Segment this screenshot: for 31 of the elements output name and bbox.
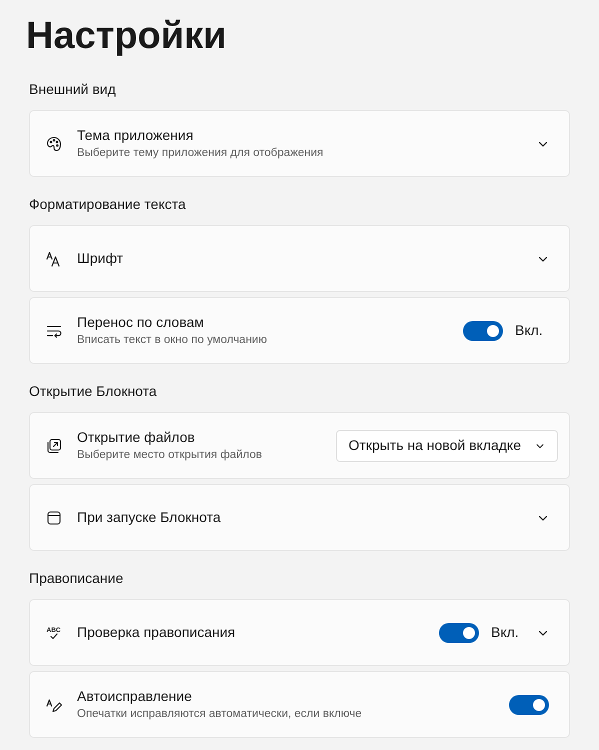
section-heading: Правописание: [29, 569, 124, 588]
open-file-icon: [45, 436, 63, 454]
toggle-state: Вкл.: [491, 623, 520, 642]
setting-description: Выберите тему приложения для отображения: [77, 146, 324, 161]
window-icon: [45, 508, 63, 526]
settings-card[interactable]: Перенос по словам Вписать текст в окно по умолчанию Вкл.: [29, 297, 570, 364]
setting-title: Шрифт: [77, 249, 124, 268]
setting-description: Вписать текст в окно по умолчанию: [77, 333, 267, 348]
setting-title: Перенос по словам: [77, 313, 204, 332]
page-title: Настройки: [26, 14, 228, 59]
settings-card[interactable]: Тема приложения Выберите тему приложения для отображения: [29, 110, 570, 177]
setting-title: Открытие файлов: [77, 428, 195, 447]
settings-card[interactable]: Шрифт: [29, 225, 570, 292]
toggle-switch[interactable]: [463, 320, 503, 340]
settings-card[interactable]: При запуске Блокнота: [29, 484, 570, 551]
toggle-switch[interactable]: [509, 694, 549, 714]
settings-card[interactable]: Открытие файлов Выберите место открытия файлов Открыть на новой вкладке: [29, 412, 570, 479]
toggle-state: Вкл.: [515, 321, 544, 340]
toggle-switch[interactable]: [439, 622, 479, 642]
section-heading: Открытие Блокнота: [29, 382, 157, 401]
setting-description: Выберите место открытия файлов: [77, 448, 262, 463]
setting-title: Автоисправление: [77, 687, 192, 706]
palette-icon: [45, 134, 63, 152]
settings-card[interactable]: Автоисправление Опечатки исправляются автоматически, если включе: [29, 671, 570, 738]
dropdown[interactable]: Открыть на новой вкладке: [336, 430, 558, 462]
setting-title: При запуске Блокнота: [77, 508, 221, 527]
section-heading: Внешний вид: [29, 80, 116, 99]
setting-title: Тема приложения: [77, 126, 194, 145]
section-heading: Форматирование текста: [29, 195, 186, 214]
setting-description: Опечатки исправляются автоматически, если включе: [77, 707, 362, 722]
setting-title: Проверка правописания: [77, 623, 236, 642]
